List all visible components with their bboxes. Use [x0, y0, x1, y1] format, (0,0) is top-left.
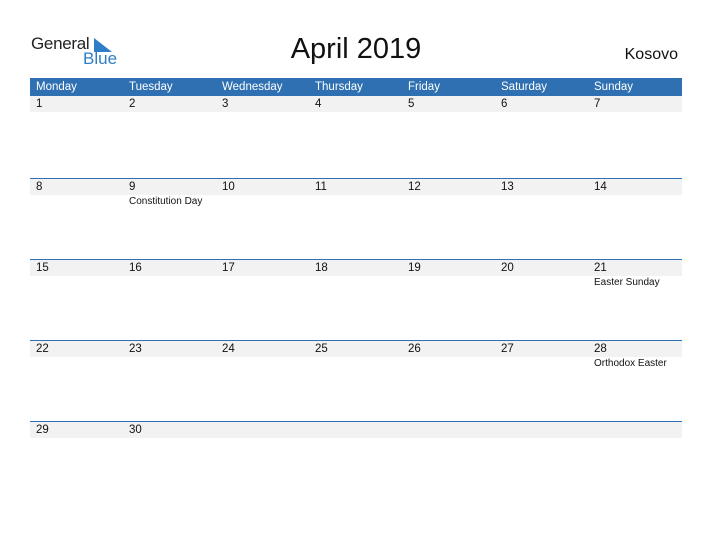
day-number: 25 [315, 343, 328, 355]
day-number: 24 [222, 343, 235, 355]
day-number: 10 [222, 181, 235, 193]
day-number: 13 [501, 181, 514, 193]
day-number: 3 [222, 98, 229, 110]
day-cell: 27 [495, 341, 588, 370]
day-number [222, 422, 309, 438]
day-cell: 25 [309, 341, 402, 370]
day-cell: 4 [309, 96, 402, 112]
weekday-tuesday: Tuesday [129, 81, 173, 93]
day-cell: 19 [402, 260, 495, 289]
day-number: 9 [129, 181, 136, 193]
day-cell: 1 [30, 96, 123, 112]
weekday-thursday: Thursday [315, 81, 363, 93]
day-number [594, 422, 681, 438]
week-row: 22 23 24 25 26 27 28 Orthodox Easter [30, 340, 682, 421]
day-cell: 30 [123, 422, 216, 438]
day-number: 26 [408, 343, 421, 355]
weeks-container: 1 2 3 4 5 6 7 8 9 Constitution Day 10 11 12 13 14 15 16 1… [30, 96, 682, 438]
day-number: 20 [501, 262, 514, 274]
holiday-label: Orthodox Easter [594, 358, 667, 369]
weekday-header: Monday Tuesday Wednesday Thursday Friday… [30, 78, 682, 96]
day-cell: 17 [216, 260, 309, 289]
day-cell: 11 [309, 179, 402, 208]
weekday-monday: Monday [36, 81, 77, 93]
day-number: 22 [36, 343, 49, 355]
day-number: 27 [501, 343, 514, 355]
day-cell: 7 [588, 96, 681, 112]
day-cell: 13 [495, 179, 588, 208]
day-number: 8 [36, 181, 43, 193]
day-number: 17 [222, 262, 235, 274]
day-number: 12 [408, 181, 421, 193]
day-cell: 3 [216, 96, 309, 112]
day-cell: 5 [402, 96, 495, 112]
day-cell: 2 [123, 96, 216, 112]
weekday-sunday: Sunday [594, 81, 634, 93]
week-row: 15 16 17 18 19 20 21 Easter Sunday [30, 259, 682, 340]
holiday-label: Constitution Day [129, 196, 203, 207]
day-cell [588, 422, 681, 438]
day-number: 1 [36, 98, 43, 110]
day-number: 30 [129, 424, 142, 436]
day-number: 18 [315, 262, 328, 274]
day-cell [495, 422, 588, 438]
day-number: 7 [594, 98, 601, 110]
country-label: Kosovo [624, 46, 678, 63]
day-cell: 20 [495, 260, 588, 289]
day-cell: 24 [216, 341, 309, 370]
day-number: 14 [594, 181, 607, 193]
day-cell: 9 Constitution Day [123, 179, 216, 208]
day-cell: 26 [402, 341, 495, 370]
day-number: 16 [129, 262, 142, 274]
week-row: 1 2 3 4 5 6 7 [30, 96, 682, 178]
day-cell [216, 422, 309, 438]
day-number: 28 [594, 343, 607, 355]
day-number [501, 422, 588, 438]
holiday-label: Easter Sunday [594, 277, 660, 288]
weekday-friday: Friday [408, 81, 440, 93]
day-number: 19 [408, 262, 421, 274]
day-cell: 22 [30, 341, 123, 370]
day-number: 6 [501, 98, 508, 110]
day-cell [402, 422, 495, 438]
day-cell: 15 [30, 260, 123, 289]
day-cell: 6 [495, 96, 588, 112]
day-number: 11 [315, 181, 327, 193]
day-number: 5 [408, 98, 415, 110]
day-number: 4 [315, 98, 322, 110]
day-cell: 10 [216, 179, 309, 208]
day-cell: 28 Orthodox Easter [588, 341, 681, 370]
week-row: 8 9 Constitution Day 10 11 12 13 14 [30, 178, 682, 259]
day-number: 29 [36, 424, 49, 436]
day-cell: 18 [309, 260, 402, 289]
day-cell: 23 [123, 341, 216, 370]
calendar-title: April 2019 [290, 33, 422, 65]
weekday-wednesday: Wednesday [222, 81, 283, 93]
day-cell: 29 [30, 422, 123, 438]
calendar-grid: Monday Tuesday Wednesday Thursday Friday… [30, 78, 682, 438]
weekday-saturday: Saturday [501, 81, 548, 93]
day-cell: 8 [30, 179, 123, 208]
day-number: 2 [129, 98, 136, 110]
day-number: 15 [36, 262, 49, 274]
day-cell: 21 Easter Sunday [588, 260, 681, 289]
day-number [315, 422, 402, 438]
day-number [408, 422, 495, 438]
week-row: 29 30 [30, 421, 682, 438]
day-cell [309, 422, 402, 438]
day-number: 23 [129, 343, 142, 355]
day-cell: 14 [588, 179, 681, 208]
day-cell: 16 [123, 260, 216, 289]
day-number: 21 [594, 262, 607, 274]
day-cell: 12 [402, 179, 495, 208]
